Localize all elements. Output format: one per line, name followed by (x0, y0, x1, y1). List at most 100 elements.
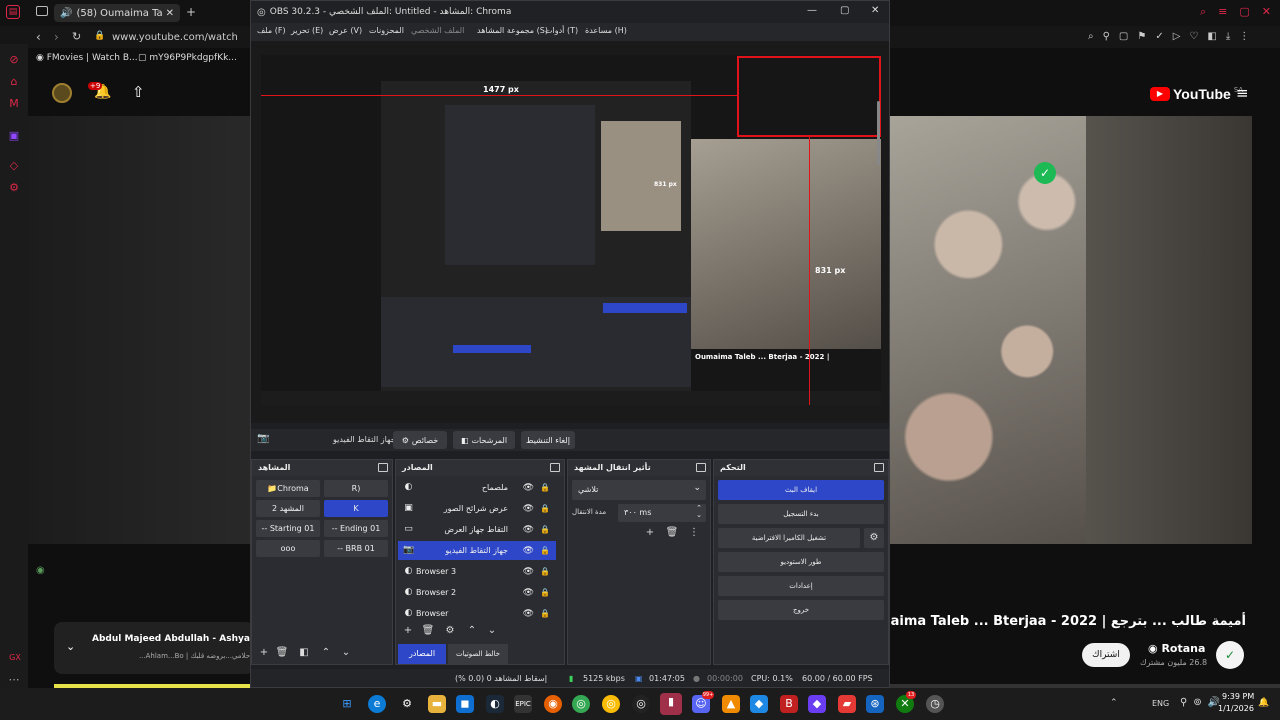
edge-icon[interactable]: e (368, 695, 386, 713)
clock-app-icon[interactable]: ◷ (926, 695, 944, 713)
lock-icon[interactable]: 🔒 (540, 504, 550, 513)
sidebar-pin-icon[interactable]: ◇ (8, 160, 20, 172)
yt-logo[interactable]: ▶ YouTube SA (1150, 86, 1243, 102)
start-icon[interactable]: ⊞ (338, 695, 356, 713)
address-bar[interactable]: www.youtube.com/watch (112, 32, 238, 43)
scene-starting[interactable]: -- Starting 01 (256, 520, 320, 537)
stepper-icon[interactable]: ⌃ ⌄ (696, 505, 702, 519)
deactivate-button[interactable]: إلغاء التنشيط (521, 431, 575, 449)
scene-r[interactable]: R) (324, 480, 388, 497)
stop-streaming-button[interactable]: ايقاف البث (718, 480, 884, 500)
adobe-icon[interactable]: B (780, 695, 798, 713)
tab-audio-mixer[interactable]: خالط الصوتيات (448, 644, 508, 664)
transition-select[interactable]: تلاشي ⌄ (572, 480, 706, 500)
sidebar-more-icon[interactable]: ⋯ (8, 674, 20, 686)
scene-ending[interactable]: -- Ending 01 (324, 520, 388, 537)
obs-icon[interactable]: ◎ (632, 695, 650, 713)
source-item[interactable]: ◐ ملصماح 👁 🔒 (398, 478, 556, 497)
move-down-icon[interactable]: ⌄ (484, 624, 500, 638)
arrow-icon[interactable]: ◆ (808, 695, 826, 713)
add-source-icon[interactable]: + (400, 624, 416, 638)
chevron-down-icon[interactable]: ⌄ (66, 640, 75, 653)
source-item[interactable]: ▣ عرض شرائح الصور 👁 🔒 (398, 499, 556, 518)
lock-icon[interactable]: 🔒 (540, 546, 550, 555)
menu-profile[interactable]: الملف الشخصي (411, 26, 464, 35)
settings-icon[interactable]: ⚙ (398, 695, 416, 713)
lock-icon[interactable]: 🔒 (540, 525, 550, 534)
maximize-button[interactable]: ▢ (840, 5, 849, 16)
scene-filters-icon[interactable]: ◧ (296, 646, 312, 660)
language-indicator[interactable]: ENG (1152, 699, 1169, 708)
sidebar-home-icon[interactable]: ⊘ (8, 54, 20, 66)
source-item[interactable]: ◐ Browser 👁 🔒 (398, 604, 556, 623)
move-down-icon[interactable]: ⌄ (338, 646, 354, 660)
browser-menu-icon[interactable]: ▤ (6, 5, 20, 19)
notification-bell-icon[interactable]: 🔔 (1258, 698, 1269, 708)
visibility-icon[interactable]: 👁 (523, 609, 534, 619)
tab-close-icon[interactable]: ✕ (166, 8, 174, 19)
lock-icon[interactable]: 🔒 (540, 483, 550, 492)
steam-icon[interactable]: ◐ (486, 695, 504, 713)
menu-file[interactable]: ملف (F) (257, 26, 286, 35)
back-icon[interactable]: ‹ (36, 30, 41, 44)
lock-icon[interactable]: 🔒 (540, 567, 550, 576)
remove-source-icon[interactable]: 🗑 (420, 624, 436, 638)
app-icon[interactable]: ◆ (750, 695, 768, 713)
source-item[interactable]: ◐ Browser 3 👁 🔒 (398, 562, 556, 581)
sidebar-twitch-icon[interactable]: ▣ (8, 130, 20, 142)
chrome-alt-icon[interactable]: ◎ (602, 695, 620, 713)
visibility-icon[interactable]: 👁 (523, 525, 534, 535)
reload-icon[interactable]: ↻ (72, 30, 81, 43)
firefox-icon[interactable]: ◉ (544, 695, 562, 713)
sidebar-settings-icon[interactable]: ⚙ (8, 182, 20, 194)
undock-icon[interactable] (874, 463, 884, 472)
sidebar-gx-label[interactable]: GX (8, 652, 22, 664)
yt-avatar[interactable] (52, 83, 72, 103)
sidebar-messenger-icon[interactable]: M (8, 98, 20, 110)
studio-mode-button[interactable]: طور الاستوديو (718, 552, 884, 572)
chrome-icon[interactable]: ◎ (572, 695, 590, 713)
scene-2[interactable]: المشهد 2 (256, 500, 320, 517)
source-properties-icon[interactable]: ⚙ (442, 624, 458, 638)
undock-icon[interactable] (378, 463, 388, 472)
more-options-icon[interactable]: ⋮ (686, 526, 702, 540)
menu-tools[interactable]: أدوات (T) (545, 26, 578, 35)
source-item[interactable]: ◐ Browser 2 👁 🔒 (398, 583, 556, 602)
tray-chevron-icon[interactable]: ⌃ (1110, 698, 1118, 708)
visibility-icon[interactable]: 👁 (523, 567, 534, 577)
forward-icon[interactable]: › (54, 30, 59, 44)
visibility-icon[interactable]: 👁 (523, 588, 534, 598)
virtual-camera-settings-icon[interactable]: ⚙ (864, 528, 884, 548)
epic-icon[interactable]: EPIC (514, 695, 532, 713)
source-item[interactable]: ▭ التقاط جهاز العرض 👁 🔒 (398, 520, 556, 539)
new-tab-button[interactable]: + (186, 5, 196, 19)
window-icon[interactable] (36, 6, 48, 16)
undock-icon[interactable] (550, 463, 560, 472)
remove-transition-icon[interactable]: 🗑 (664, 526, 680, 540)
tab-sources[interactable]: المصادر (398, 644, 446, 664)
lock-icon[interactable]: 🔒 (540, 609, 550, 618)
channel-avatar[interactable]: ✓ (1216, 641, 1244, 669)
add-scene-icon[interactable]: + (256, 646, 272, 660)
minimize-button[interactable]: — (807, 5, 817, 16)
playlist-card[interactable]: ⌄ Abdul Majeed Abdullah - Ashyaa Te أحلا… (54, 622, 254, 674)
lock-icon[interactable]: 🔒 (540, 588, 550, 597)
clock-date[interactable]: 1/1/2026 (1218, 704, 1254, 713)
menu-help[interactable]: مساعدة (H) (585, 26, 627, 35)
scene-chroma[interactable]: 📁 Chroma (256, 480, 320, 497)
start-recording-button[interactable]: بدء التسجيل (718, 504, 884, 524)
bookmark-1[interactable]: ◉ FMovies | Watch B... (36, 53, 138, 63)
bookmark-2[interactable]: ▢ mY96P9PkdgpfKk... (138, 53, 237, 63)
add-transition-icon[interactable]: + (642, 526, 658, 540)
visibility-icon[interactable]: 👁 (523, 483, 534, 493)
store-icon[interactable]: ◼ (456, 695, 474, 713)
close-button[interactable]: ✕ (871, 5, 879, 16)
scene-k[interactable]: K (324, 500, 388, 517)
visibility-icon[interactable]: 👁 (523, 504, 534, 514)
visibility-icon[interactable]: 👁 (523, 546, 534, 556)
source-item-selected[interactable]: 📷 جهاز التقاط الفيديو 👁 🔒 (398, 541, 556, 560)
browser-tab-active[interactable]: 🔊 (58) Oumaima Taleb | ... ✕ (54, 4, 180, 22)
undock-icon[interactable] (696, 463, 706, 472)
move-up-icon[interactable]: ⌃ (318, 646, 334, 660)
exit-button[interactable]: خروج (718, 600, 884, 620)
